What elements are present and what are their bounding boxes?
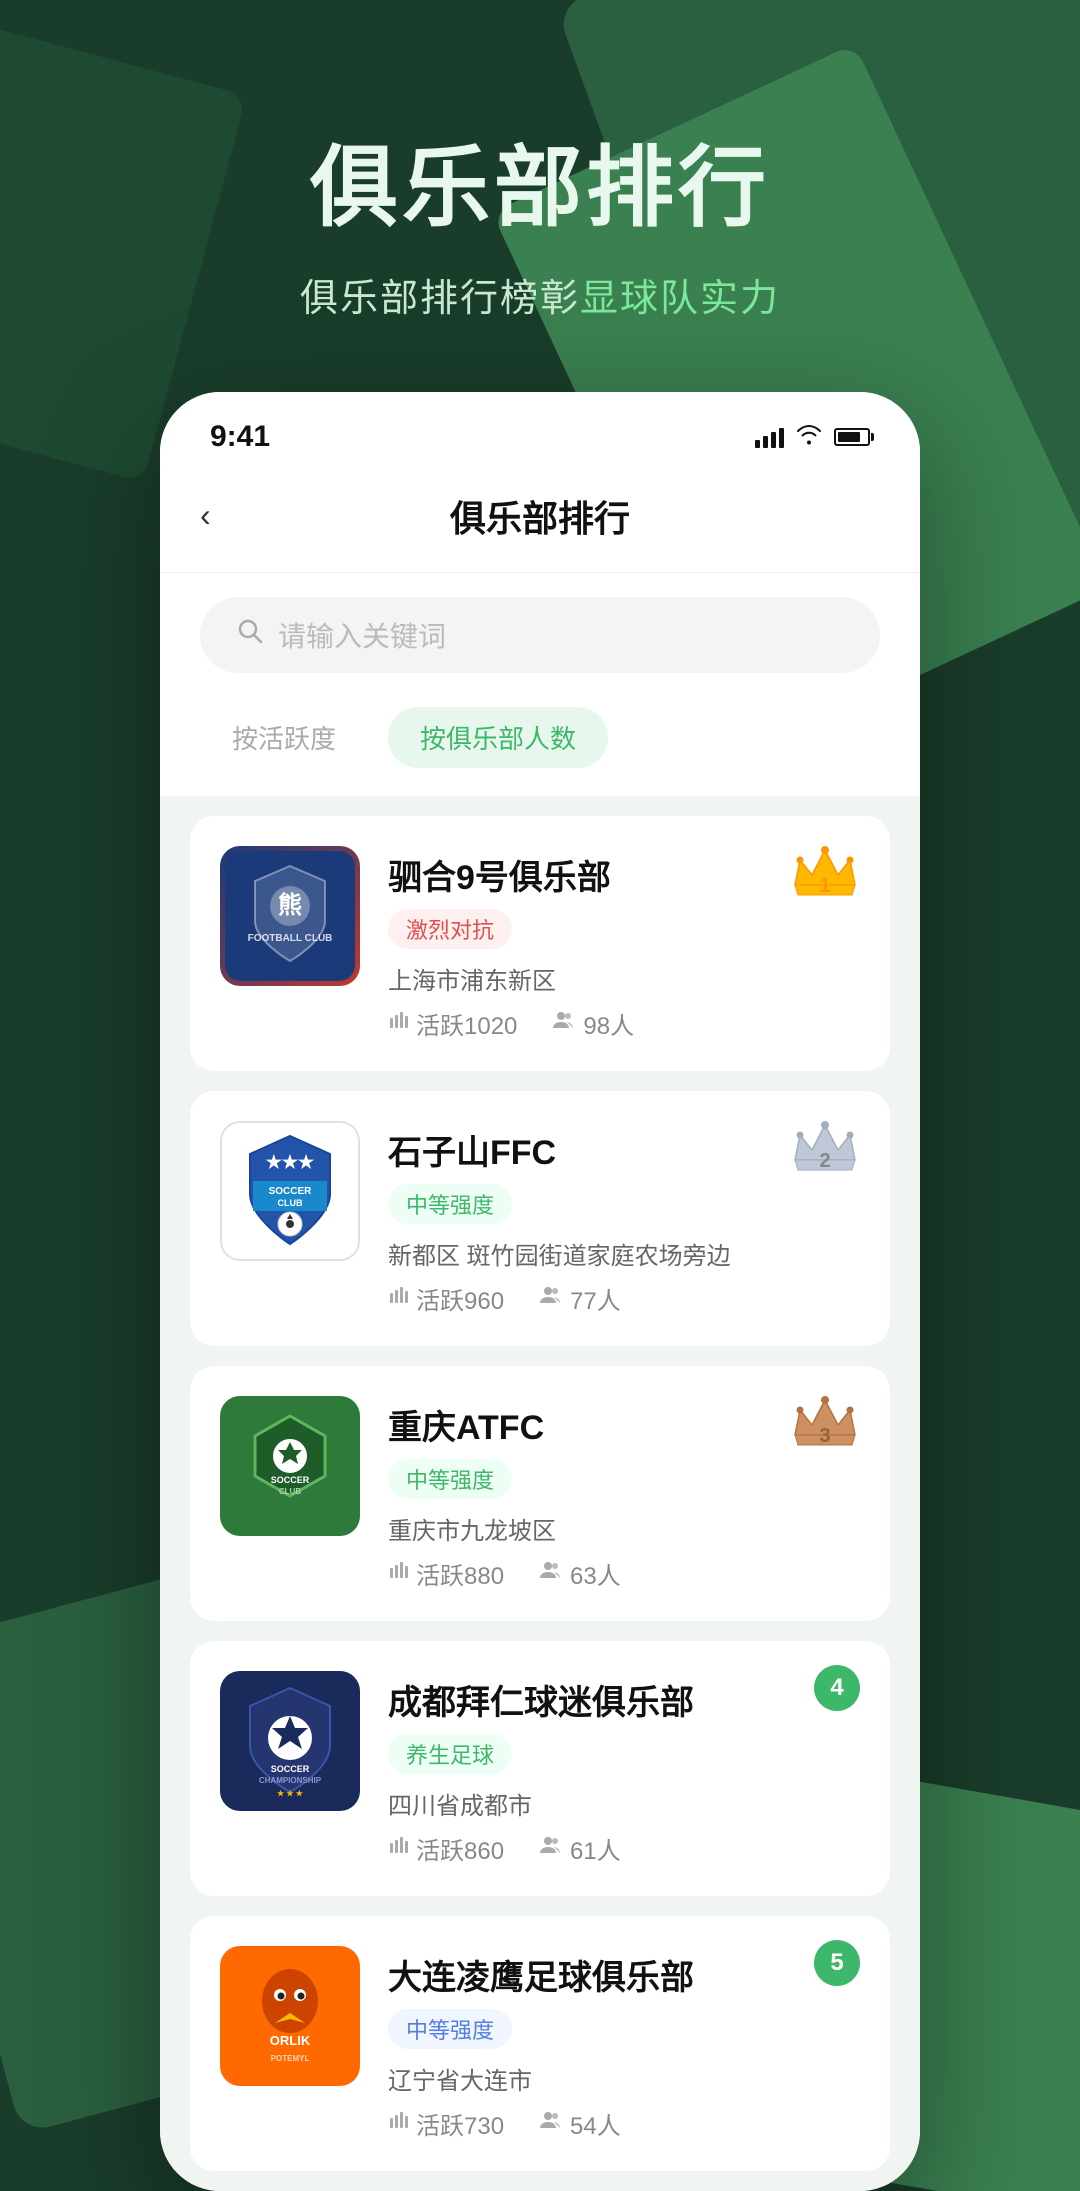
club-info-4: 成都拜仁球迷俱乐部 养生足球 四川省成都市 活跃860 xyxy=(388,1671,860,1866)
subtitle-highlight: 显球队实力 xyxy=(580,278,780,320)
club-members-3: 63人 xyxy=(540,1556,621,1591)
club-members-1: 98人 xyxy=(553,1006,634,1041)
filter-members[interactable]: 按俱乐部人数 xyxy=(388,707,608,768)
app-header: ‹ 俱乐部排行 xyxy=(160,470,920,573)
rank-badge-1: 1 xyxy=(790,840,860,900)
svg-text:SOCCER: SOCCER xyxy=(269,1186,313,1197)
club-activity-4: 活跃860 xyxy=(388,1831,504,1866)
activity-icon-2 xyxy=(388,1284,408,1312)
club-tag-5: 中等强度 xyxy=(388,2009,512,2049)
members-icon-5 xyxy=(540,2109,562,2137)
rank-number-5: 5 xyxy=(814,1940,860,1986)
club-card-4[interactable]: SOCCER CHAMPIONSHIP ★ ★ ★ 成都拜仁球迷俱乐部 养生足球… xyxy=(190,1641,890,1896)
rank-number-2: 2 xyxy=(819,1150,830,1173)
rank-number-1: 1 xyxy=(819,875,830,898)
hero-section: 俱乐部排行 俱乐部排行榜彰显球队实力 xyxy=(0,80,1080,372)
hero-title: 俱乐部排行 xyxy=(40,140,1040,237)
club-stats-5: 活跃730 54人 xyxy=(388,2106,860,2141)
club-card-5[interactable]: ORLIK POTEMYL 大连凌鹰足球俱乐部 中等强度 辽宁省大连市 xyxy=(190,1916,890,2171)
hero-subtitle: 俱乐部排行榜彰显球队实力 xyxy=(40,267,1040,322)
club-location-3: 重庆市九龙坡区 xyxy=(388,1511,860,1546)
club-location-5: 辽宁省大连市 xyxy=(388,2061,860,2096)
club-logo-5: ORLIK POTEMYL xyxy=(220,1946,360,2086)
club-card-2[interactable]: ★★★ SOCCER CLUB 石子山FFC 中等强度 新都区 斑竹园街道家庭 xyxy=(190,1091,890,1346)
subtitle-prefix: 俱乐部排行榜彰 xyxy=(300,278,580,320)
rank-badge-2: 2 xyxy=(790,1115,860,1175)
club-members-4: 61人 xyxy=(540,1831,621,1866)
activity-icon-3 xyxy=(388,1559,408,1587)
members-icon-4 xyxy=(540,1834,562,1862)
search-section: 请输入关键词 xyxy=(160,573,920,697)
members-icon-3 xyxy=(540,1559,562,1587)
club-activity-5: 活跃730 xyxy=(388,2106,504,2141)
rank-badge-5: 5 xyxy=(814,1940,860,1986)
members-icon-2 xyxy=(540,1284,562,1312)
svg-text:CLUB: CLUB xyxy=(279,1487,301,1496)
svg-text:CLUB: CLUB xyxy=(278,1198,303,1208)
club-location-2: 新都区 斑竹园街道家庭农场旁边 xyxy=(388,1236,860,1271)
activity-icon-5 xyxy=(388,2109,408,2137)
club-logo-1: 熊 FOOTBALL CLUB xyxy=(220,846,360,986)
activity-icon-4 xyxy=(388,1834,408,1862)
club-activity-1: 活跃1020 xyxy=(388,1006,517,1041)
svg-text:★★★: ★★★ xyxy=(266,1152,315,1172)
club-activity-3: 活跃880 xyxy=(388,1556,504,1591)
club-name-5: 大连凌鹰足球俱乐部 xyxy=(388,1950,860,1999)
status-bar: 9:41 xyxy=(160,392,920,470)
club-logo-2: ★★★ SOCCER CLUB xyxy=(220,1121,360,1261)
svg-text:★ ★ ★: ★ ★ ★ xyxy=(277,1789,304,1798)
club-logo-4: SOCCER CHAMPIONSHIP ★ ★ ★ xyxy=(220,1671,360,1811)
club-tag-4: 养生足球 xyxy=(388,1734,512,1774)
club-tag-1: 激烈对抗 xyxy=(388,909,512,949)
filter-section: 按活跃度 按俱乐部人数 xyxy=(160,697,920,796)
svg-text:CHAMPIONSHIP: CHAMPIONSHIP xyxy=(259,1776,322,1785)
battery-icon xyxy=(834,428,870,446)
club-members-5: 54人 xyxy=(540,2106,621,2141)
club-card-1[interactable]: 熊 FOOTBALL CLUB 驷合9号俱乐部 激烈对抗 上海市浦东新区 活跃1… xyxy=(190,816,890,1071)
activity-icon-1 xyxy=(388,1009,408,1037)
search-icon xyxy=(236,617,264,652)
club-stats-2: 活跃960 77人 xyxy=(388,1281,860,1316)
club-list: 熊 FOOTBALL CLUB 驷合9号俱乐部 激烈对抗 上海市浦东新区 活跃1… xyxy=(160,796,920,2191)
club-name-4: 成都拜仁球迷俱乐部 xyxy=(388,1675,860,1724)
svg-text:FOOTBALL CLUB: FOOTBALL CLUB xyxy=(248,933,333,944)
filter-activity[interactable]: 按活跃度 xyxy=(200,707,368,768)
club-logo-3: SOCCER CLUB xyxy=(220,1396,360,1536)
back-button[interactable]: ‹ xyxy=(200,497,211,534)
status-icons xyxy=(755,423,870,451)
search-bar[interactable]: 请输入关键词 xyxy=(200,597,880,673)
phone-mockup: 9:41 xyxy=(160,392,920,2191)
status-time: 9:41 xyxy=(210,420,270,454)
signal-icon xyxy=(755,426,784,448)
rank-number-4: 4 xyxy=(814,1665,860,1711)
club-info-5: 大连凌鹰足球俱乐部 中等强度 辽宁省大连市 活跃730 xyxy=(388,1946,860,2141)
club-members-2: 77人 xyxy=(540,1281,621,1316)
page-title: 俱乐部排行 xyxy=(450,490,630,542)
svg-text:熊: 熊 xyxy=(278,891,302,919)
club-location-4: 四川省成都市 xyxy=(388,1786,860,1821)
svg-text:POTEMYL: POTEMYL xyxy=(271,2054,310,2063)
rank-badge-3: 3 xyxy=(790,1390,860,1450)
club-tag-3: 中等强度 xyxy=(388,1459,512,1499)
members-icon-1 xyxy=(553,1009,575,1037)
club-location-1: 上海市浦东新区 xyxy=(388,961,860,996)
search-placeholder: 请输入关键词 xyxy=(278,615,446,655)
club-card-3[interactable]: SOCCER CLUB 重庆ATFC 中等强度 重庆市九龙坡区 活跃880 xyxy=(190,1366,890,1621)
club-stats-4: 活跃860 61人 xyxy=(388,1831,860,1866)
svg-text:ORLIK: ORLIK xyxy=(270,2033,311,2048)
svg-text:SOCCER: SOCCER xyxy=(271,1475,310,1485)
rank-badge-4: 4 xyxy=(814,1665,860,1711)
club-activity-2: 活跃960 xyxy=(388,1281,504,1316)
club-tag-2: 中等强度 xyxy=(388,1184,512,1224)
club-stats-3: 活跃880 63人 xyxy=(388,1556,860,1591)
rank-number-3: 3 xyxy=(819,1425,830,1448)
wifi-icon xyxy=(796,423,822,451)
club-stats-1: 活跃1020 98人 xyxy=(388,1006,860,1041)
svg-text:SOCCER: SOCCER xyxy=(271,1764,310,1774)
